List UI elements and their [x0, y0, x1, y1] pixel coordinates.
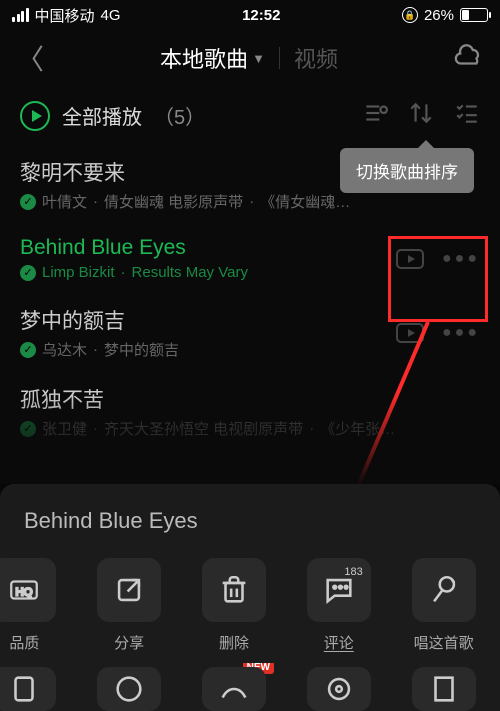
battery-percent: 26% — [424, 7, 454, 24]
more-button[interactable]: ●●● — [442, 324, 480, 342]
multiselect-button[interactable] — [362, 100, 388, 131]
annotation-box-1 — [388, 236, 488, 322]
sheet-title: Behind Blue Eyes — [0, 488, 500, 540]
generic-icon — [412, 667, 476, 711]
tab-video[interactable]: 视频 — [294, 42, 338, 74]
clock: 12:52 — [242, 7, 280, 24]
sing-label: 唱这首歌 — [414, 632, 474, 653]
action-2-5[interactable] — [398, 667, 490, 711]
rotation-lock-icon: 🔒 — [402, 7, 418, 23]
comment-label: 评论 — [324, 632, 354, 653]
svg-text:HQ: HQ — [16, 587, 33, 599]
share-action[interactable]: 分享 — [83, 558, 175, 653]
signal-icon — [12, 8, 29, 22]
song-subtitle: ✓ 叶倩文 · 倩女幽魂 电影原声带 · 《倩女幽魂… — [20, 191, 480, 212]
status-bar: 中国移动 4G 12:52 🔒 26% — [0, 0, 500, 30]
action-row-2: NEW — [0, 663, 500, 711]
generic-icon — [202, 667, 266, 711]
play-all-row: 全部播放 （5） — [0, 86, 500, 141]
delete-action[interactable]: 删除 — [188, 558, 280, 653]
song-subtitle: ✓ 张卫健 · 齐天大圣孙悟空 电视剧原声带 · 《少年张… — [20, 418, 480, 439]
verified-icon: ✓ — [20, 421, 36, 437]
song-title: 孤独不苦 — [20, 384, 480, 414]
ring-icon — [307, 667, 371, 711]
comment-count: 183 — [344, 566, 362, 578]
comment-action[interactable]: 183 评论 — [293, 558, 385, 653]
verified-icon: ✓ — [20, 342, 36, 358]
action-2-3[interactable]: NEW — [188, 667, 280, 711]
generic-icon — [97, 667, 161, 711]
share-icon — [97, 558, 161, 622]
cloud-button[interactable] — [454, 41, 484, 76]
mv-button[interactable] — [396, 323, 424, 343]
tab-local-songs[interactable]: 本地歌曲 ▼ — [160, 42, 265, 74]
back-button[interactable]: 〈 — [16, 38, 44, 78]
action-2-2[interactable] — [83, 667, 175, 711]
play-all-label: 全部播放 — [62, 101, 142, 130]
play-all-count: （5） — [154, 101, 205, 130]
verified-icon: ✓ — [20, 194, 36, 210]
song-item[interactable]: 孤独不苦 ✓ 张卫健 · 齐天大圣孙悟空 电视剧原声带 · 《少年张… — [0, 372, 500, 451]
comment-icon: 183 — [307, 558, 371, 622]
quality-action[interactable]: HQ 品质 — [0, 558, 70, 653]
generic-icon — [0, 667, 56, 711]
verified-icon: ✓ — [20, 265, 36, 281]
song-title: 黎明不要来 — [20, 157, 480, 187]
chevron-down-icon: ▼ — [252, 51, 265, 66]
network-label: 4G — [101, 7, 121, 24]
delete-label: 删除 — [219, 632, 249, 653]
share-label: 分享 — [114, 632, 144, 653]
action-2-4[interactable] — [293, 667, 385, 711]
checklist-button[interactable] — [454, 100, 480, 131]
play-all-button[interactable]: 全部播放 （5） — [20, 101, 205, 131]
tab-local-label: 本地歌曲 — [160, 42, 248, 74]
play-icon — [20, 101, 50, 131]
carrier-label: 中国移动 — [35, 5, 95, 26]
tab-divider — [279, 47, 280, 69]
tab-video-label: 视频 — [294, 47, 338, 72]
mic-icon — [412, 558, 476, 622]
sort-button[interactable] — [408, 100, 434, 131]
action-2-1[interactable] — [0, 667, 70, 711]
quality-label: 品质 — [9, 632, 39, 653]
header: 〈 本地歌曲 ▼ 视频 — [0, 30, 500, 86]
action-row-1: HQ 品质 分享 删除 183 评论 唱这首歌 — [0, 540, 500, 663]
battery-icon — [460, 8, 488, 22]
action-sheet: Behind Blue Eyes HQ 品质 分享 删除 183 评论 — [0, 484, 500, 711]
trash-icon — [202, 558, 266, 622]
sing-action[interactable]: 唱这首歌 — [398, 558, 490, 653]
quality-icon: HQ — [0, 558, 56, 622]
song-item[interactable]: 黎明不要来 ✓ 叶倩文 · 倩女幽魂 电影原声带 · 《倩女幽魂… — [0, 145, 500, 224]
